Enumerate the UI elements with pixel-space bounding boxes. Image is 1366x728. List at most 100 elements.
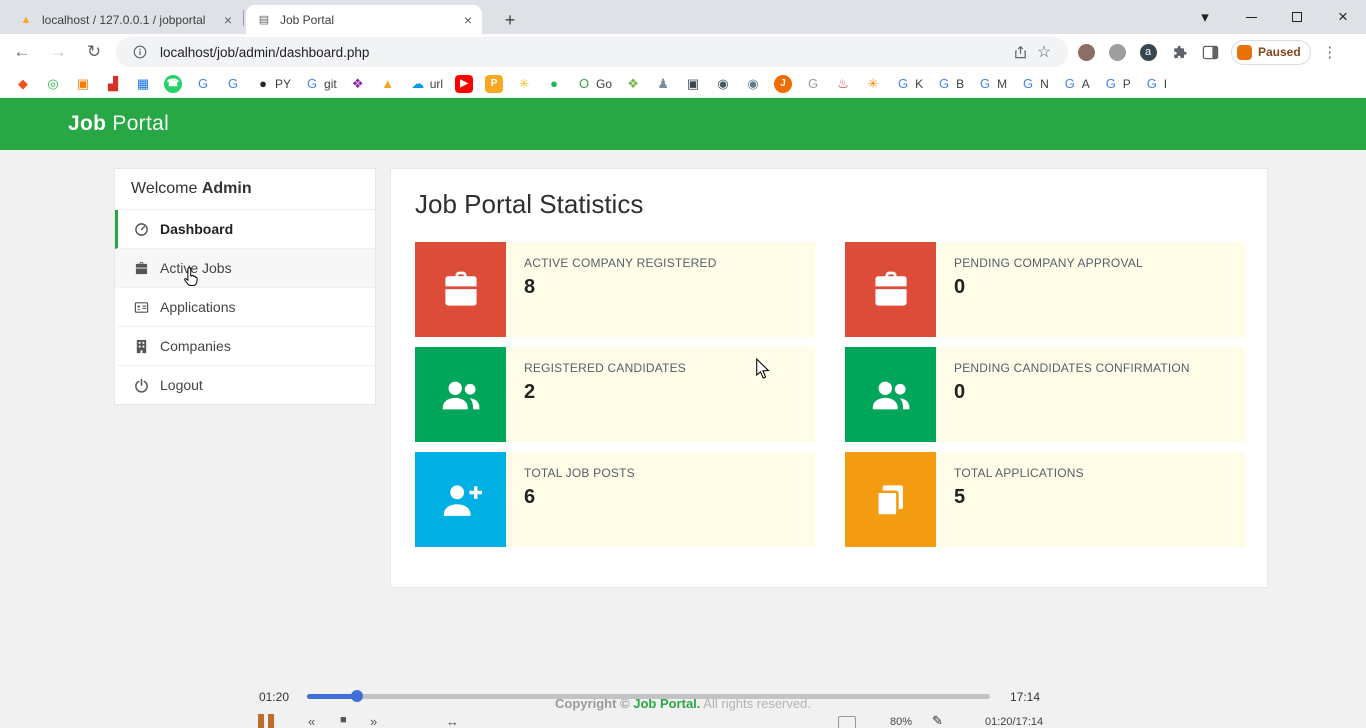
player-duration: 17:14 — [1010, 690, 1040, 704]
bookmark-item[interactable]: ☁url — [407, 72, 445, 96]
stat-value: 5 — [954, 486, 1227, 509]
maximize-button[interactable] — [1274, 1, 1320, 33]
minimize-button[interactable] — [1228, 1, 1274, 33]
bookmark-label: PY — [275, 77, 291, 91]
stat-value: 6 — [524, 486, 797, 509]
site-info-icon[interactable] — [128, 40, 152, 64]
tab-close-icon[interactable]: × — [464, 12, 472, 28]
bookmark-item[interactable]: GK — [892, 72, 925, 96]
bookmark-item[interactable]: GP — [1100, 72, 1133, 96]
bookmark-star-icon[interactable]: ☆ — [1032, 40, 1056, 64]
bookmark-item[interactable]: G — [222, 72, 244, 96]
bookmark-favicon: G — [1061, 75, 1079, 93]
bookmark-label: I — [1164, 77, 1167, 91]
bookmark-item[interactable]: ♨ — [832, 72, 854, 96]
bookmark-item[interactable]: ▣ — [682, 72, 704, 96]
extension-bear-icon[interactable] — [1073, 39, 1099, 65]
stat-card-total-applications: TOTAL APPLICATIONS 5 — [845, 452, 1245, 547]
tab-close-icon[interactable]: × — [224, 12, 232, 28]
bookmark-item[interactable]: GM — [974, 72, 1009, 96]
bookmark-favicon: ◉ — [714, 75, 732, 93]
sidebar-item-logout[interactable]: Logout — [115, 366, 375, 404]
bookmark-item[interactable]: ▶ — [453, 72, 475, 96]
extension-a11y-icon[interactable]: a — [1135, 39, 1161, 65]
bookmark-item[interactable]: ☎ — [162, 72, 184, 96]
dashboard-icon — [133, 221, 149, 237]
share-icon[interactable] — [1008, 40, 1032, 64]
sync-paused-chip[interactable]: Paused — [1231, 40, 1311, 65]
tab-phpmyadmin[interactable]: ▲ localhost / 127.0.0.1 / jobportal × — [8, 5, 242, 34]
bookmark-item[interactable]: ◎ — [42, 72, 64, 96]
bookmark-favicon: G — [894, 75, 912, 93]
skip-previous-icon[interactable]: « — [308, 715, 315, 728]
bookmark-item[interactable]: Ggit — [301, 72, 339, 96]
side-panel-icon[interactable] — [1197, 39, 1223, 65]
extensions-puzzle-icon[interactable] — [1166, 39, 1192, 65]
pencil-icon[interactable]: ✎ — [932, 714, 943, 727]
stat-icon-box — [415, 242, 506, 337]
bookmark-item[interactable]: ▦ — [132, 72, 154, 96]
skip-next-icon[interactable]: » — [370, 715, 377, 728]
bookmark-favicon: G — [224, 75, 242, 93]
maximize-icon — [1292, 12, 1302, 22]
player-seek-handle[interactable] — [351, 690, 363, 702]
bookmark-item[interactable]: ✳ — [862, 72, 884, 96]
bookmark-item[interactable]: ▲ — [377, 72, 399, 96]
stat-card-registered-candidates: REGISTERED CANDIDATES 2 — [415, 347, 815, 442]
back-button[interactable]: ← — [8, 38, 36, 66]
zoom-box-icon[interactable] — [838, 716, 856, 728]
bookmark-item[interactable]: ● — [543, 72, 565, 96]
tab-search-chevron-icon[interactable]: ▾ — [1182, 1, 1228, 33]
bookmark-item[interactable]: ◆ — [12, 72, 34, 96]
pause-button[interactable] — [258, 714, 274, 728]
bookmark-favicon: ❖ — [349, 75, 367, 93]
url-text[interactable]: localhost/job/admin/dashboard.php — [160, 45, 1008, 60]
bookmarks-bar: ◆◎▣▟▦☎GG●PYGgit❖▲☁url▶P✳●OGo❖♟▣◉◉JG♨✳GKG… — [0, 70, 1366, 98]
menu-kebab-icon[interactable]: ⋮ — [1317, 43, 1343, 61]
bookmark-item[interactable]: GA — [1059, 72, 1092, 96]
omnibox[interactable]: localhost/job/admin/dashboard.php ☆ — [116, 37, 1068, 67]
bookmark-item[interactable]: ▟ — [102, 72, 124, 96]
bookmark-item[interactable]: OGo — [573, 72, 614, 96]
bookmark-item[interactable]: ✳ — [513, 72, 535, 96]
player-seek-bar[interactable] — [307, 694, 990, 699]
bookmark-item[interactable]: ❖ — [622, 72, 644, 96]
tab-title: Job Portal — [280, 13, 458, 27]
forward-button[interactable]: → — [44, 38, 72, 66]
sidebar: Welcome Admin Dashboard Active Jobs Appl… — [114, 168, 376, 405]
stat-value: 0 — [954, 276, 1227, 299]
bookmark-favicon: O — [575, 75, 593, 93]
bookmark-label: K — [915, 77, 923, 91]
sidebar-item-dashboard[interactable]: Dashboard — [115, 210, 375, 249]
extension-paw-icon[interactable] — [1104, 39, 1130, 65]
stat-icon-box — [845, 242, 936, 337]
sidebar-item-active-jobs[interactable]: Active Jobs — [115, 249, 375, 288]
bookmark-item[interactable]: GB — [933, 72, 966, 96]
bookmark-item[interactable]: GN — [1017, 72, 1051, 96]
bookmark-item[interactable]: ▣ — [72, 72, 94, 96]
bookmark-item[interactable]: G — [802, 72, 824, 96]
welcome-heading: Welcome Admin — [115, 169, 375, 210]
reload-button[interactable]: ↻ — [80, 38, 108, 66]
sidebar-item-companies[interactable]: Companies — [115, 327, 375, 366]
stop-icon[interactable]: ■ — [340, 715, 347, 726]
new-tab-button[interactable]: + — [496, 6, 524, 34]
bookmark-favicon: ♟ — [654, 75, 672, 93]
bookmark-item[interactable]: ❖ — [347, 72, 369, 96]
tab-job-portal[interactable]: ▤ Job Portal × — [246, 5, 482, 34]
bookmark-item[interactable]: ●PY — [252, 72, 293, 96]
bookmark-item[interactable]: ◉ — [742, 72, 764, 96]
bookmark-item[interactable]: ◉ — [712, 72, 734, 96]
fit-width-icon[interactable]: ↔ — [446, 715, 459, 728]
close-button[interactable]: × — [1320, 1, 1366, 33]
bookmark-item[interactable]: G — [192, 72, 214, 96]
bookmark-item[interactable]: J — [772, 72, 794, 96]
app-brand: Job Portal — [68, 112, 169, 136]
sidebar-item-label: Applications — [160, 299, 236, 315]
bookmark-favicon: ▟ — [104, 75, 122, 93]
bookmark-item[interactable]: P — [483, 72, 505, 96]
bookmark-item[interactable]: GI — [1141, 72, 1169, 96]
bookmark-favicon: ● — [254, 75, 272, 93]
bookmark-item[interactable]: ♟ — [652, 72, 674, 96]
sidebar-item-applications[interactable]: Applications — [115, 288, 375, 327]
